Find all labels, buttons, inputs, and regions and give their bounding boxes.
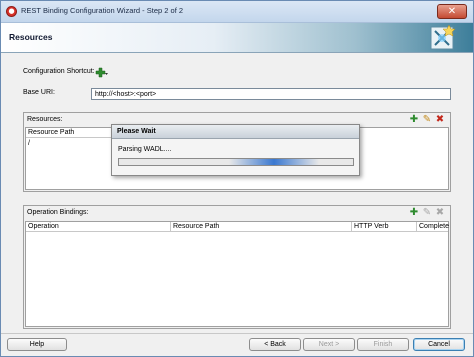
operation-bindings-label: Operation Bindings:	[27, 209, 89, 216]
add-resource-icon[interactable]: ✚	[409, 115, 419, 125]
footer-divider	[1, 333, 473, 334]
complete-header: Complete	[417, 222, 449, 232]
help-button[interactable]: Help	[7, 338, 67, 351]
close-icon: ✕	[447, 6, 457, 17]
app-icon: ●	[6, 6, 17, 17]
title-bar: ● REST Binding Configuration Wizard - St…	[1, 1, 473, 23]
next-button[interactable]: Next >	[303, 338, 355, 351]
edit-binding-icon: ✎	[422, 207, 432, 218]
window-title: REST Binding Configuration Wizard - Step…	[21, 6, 184, 15]
binding-resource-path-header: Resource Path	[171, 222, 352, 232]
add-shortcut-icon[interactable]	[95, 67, 109, 79]
progress-indicator	[229, 159, 319, 165]
add-binding-icon[interactable]: ✚	[409, 208, 419, 218]
operation-bindings-group: Operation Bindings: ✚ ✎ ✖ Operation Reso…	[23, 205, 451, 329]
resource-path-header: Resource Path	[26, 128, 116, 138]
base-uri-input[interactable]: http://<host>:<port>	[91, 88, 451, 100]
back-button[interactable]: < Back	[249, 338, 301, 351]
finish-button[interactable]: Finish	[357, 338, 409, 351]
delete-binding-icon: ✖	[435, 207, 445, 218]
edit-resource-icon[interactable]: ✎	[422, 115, 432, 125]
operation-bindings-table: Operation Resource Path HTTP Verb Comple…	[25, 221, 449, 327]
dialog-title: Please Wait	[112, 125, 359, 139]
progress-bar	[118, 158, 354, 166]
wizard-logo-icon	[430, 24, 456, 50]
wizard-header: Resources	[1, 23, 473, 53]
page-title: Resources	[9, 32, 53, 42]
delete-resource-icon[interactable]: ✖	[435, 115, 445, 125]
config-shortcut-label: Configuration Shortcut:	[23, 68, 95, 75]
resources-label: Resources:	[27, 116, 63, 123]
close-button[interactable]: ✕	[437, 4, 467, 19]
table-row[interactable]: /	[28, 139, 30, 148]
dialog-message: Parsing WADL....	[118, 146, 172, 153]
cancel-button[interactable]: Cancel	[413, 338, 465, 351]
please-wait-dialog: Please Wait Parsing WADL....	[111, 124, 360, 176]
http-verb-header: HTTP Verb	[352, 222, 417, 232]
base-uri-label: Base URI:	[23, 89, 55, 96]
operation-header: Operation	[26, 222, 171, 232]
wizard-window: ● REST Binding Configuration Wizard - St…	[0, 0, 474, 357]
